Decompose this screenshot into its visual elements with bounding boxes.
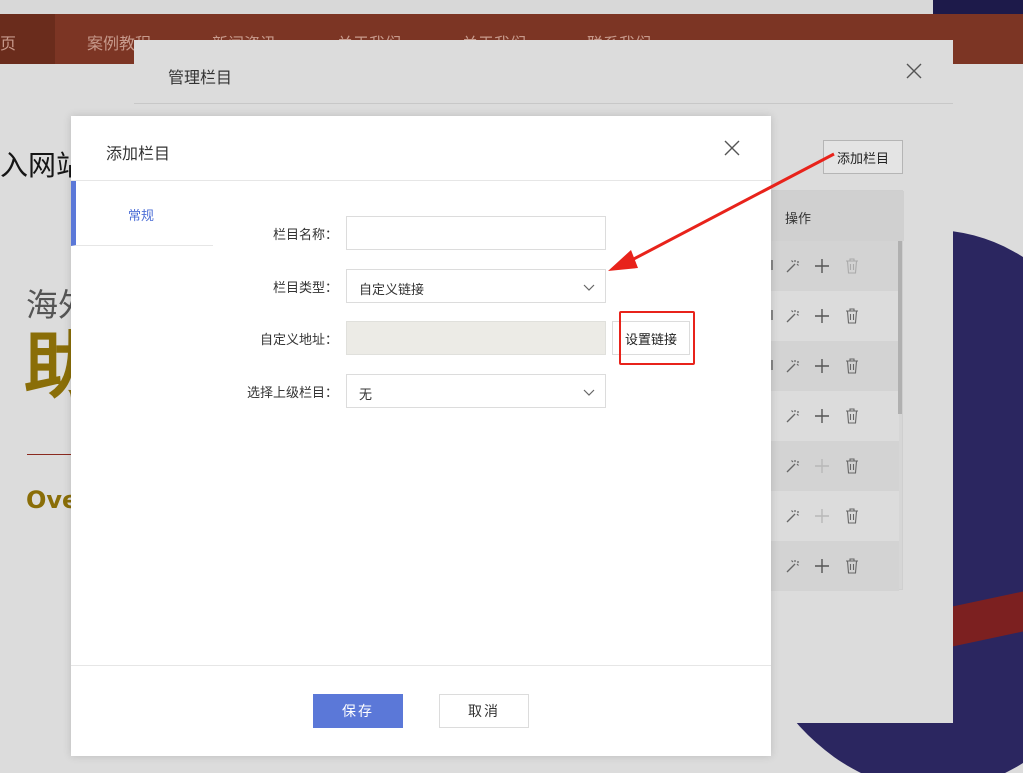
site-corner-decoration	[933, 0, 1023, 14]
column-name-input[interactable]	[346, 216, 606, 250]
side-tab-list: 常规	[71, 181, 213, 665]
delete-icon[interactable]	[843, 257, 861, 275]
tab-general[interactable]: 常规	[71, 181, 213, 246]
edit-wand-icon[interactable]	[784, 307, 802, 325]
row-edge-mark	[771, 310, 773, 320]
annotation-highlight-box	[619, 311, 695, 365]
table-row	[771, 291, 899, 341]
edit-wand-icon[interactable]	[784, 507, 802, 525]
delete-icon[interactable]	[843, 457, 861, 475]
delete-icon[interactable]	[843, 407, 861, 425]
site-nav-item: 页	[0, 34, 17, 53]
parent-column-label: 选择上级栏目：	[246, 386, 338, 401]
edit-wand-icon[interactable]	[784, 407, 802, 425]
table-row	[771, 341, 899, 391]
add-sub-column-icon[interactable]	[813, 357, 831, 375]
parent-label-wrap: 选择上级栏目：	[213, 374, 338, 408]
scrollbar[interactable]	[898, 241, 902, 414]
delete-icon[interactable]	[843, 307, 861, 325]
close-icon[interactable]	[905, 62, 923, 80]
actions-column-header: 操作	[785, 212, 812, 227]
custom-url-label: 自定义地址：	[259, 333, 338, 348]
manage-dialog-title: 管理栏目	[168, 68, 233, 87]
add-dialog-title: 添加栏目	[106, 144, 171, 163]
cancel-button[interactable]: 取消	[439, 694, 529, 728]
table-row	[771, 491, 899, 541]
name-label-wrap: 栏目名称：	[213, 216, 338, 250]
table-row	[771, 241, 899, 291]
add-column-button[interactable]: 添加栏目	[823, 140, 903, 174]
add-sub-column-icon[interactable]	[813, 307, 831, 325]
edit-wand-icon[interactable]	[784, 557, 802, 575]
add-sub-column-icon[interactable]	[813, 557, 831, 575]
column-name-label: 栏目名称：	[272, 228, 338, 243]
add-sub-column-icon	[813, 507, 831, 525]
custom-url-input[interactable]	[346, 321, 606, 355]
table-row	[771, 441, 899, 491]
side-tab-empty-area	[71, 246, 213, 665]
chevron-down-icon	[583, 386, 595, 398]
table-row	[771, 541, 899, 591]
edit-wand-icon[interactable]	[784, 257, 802, 275]
delete-icon[interactable]	[843, 357, 861, 375]
add-sub-column-icon	[813, 457, 831, 475]
delete-icon[interactable]	[843, 557, 861, 575]
type-label-wrap: 栏目类型：	[213, 269, 338, 303]
edit-wand-icon[interactable]	[784, 357, 802, 375]
edit-wand-icon[interactable]	[784, 457, 802, 475]
url-label-wrap: 自定义地址：	[213, 321, 338, 355]
row-edge-mark	[771, 260, 773, 270]
chevron-down-icon	[583, 281, 595, 293]
close-icon[interactable]	[723, 139, 741, 157]
site-divider	[27, 454, 72, 455]
manage-dialog-header: 管理栏目	[134, 40, 953, 104]
delete-icon[interactable]	[843, 507, 861, 525]
add-dialog-header: 添加栏目	[71, 116, 771, 181]
parent-column-select[interactable]: 无	[346, 374, 606, 408]
column-type-value: 自定义链接	[359, 283, 425, 298]
add-sub-column-icon[interactable]	[813, 407, 831, 425]
save-button[interactable]: 保存	[313, 694, 403, 728]
tab-general-label: 常规	[128, 209, 155, 224]
site-top-band	[0, 0, 1023, 14]
column-type-select[interactable]: 自定义链接	[346, 269, 606, 303]
add-dialog-footer: 保存 取消	[71, 665, 771, 756]
row-edge-mark	[771, 360, 773, 370]
table-row	[771, 391, 899, 441]
column-type-label: 栏目类型：	[272, 281, 338, 296]
parent-column-value: 无	[359, 388, 373, 403]
columns-table: 操作	[770, 190, 904, 591]
table-header: 操作	[771, 191, 904, 241]
add-column-dialog: 添加栏目 常规 栏目名称： 栏目类型： 自定义链接 自定义地址： 设置链接 选择…	[71, 116, 771, 756]
add-sub-column-icon[interactable]	[813, 257, 831, 275]
